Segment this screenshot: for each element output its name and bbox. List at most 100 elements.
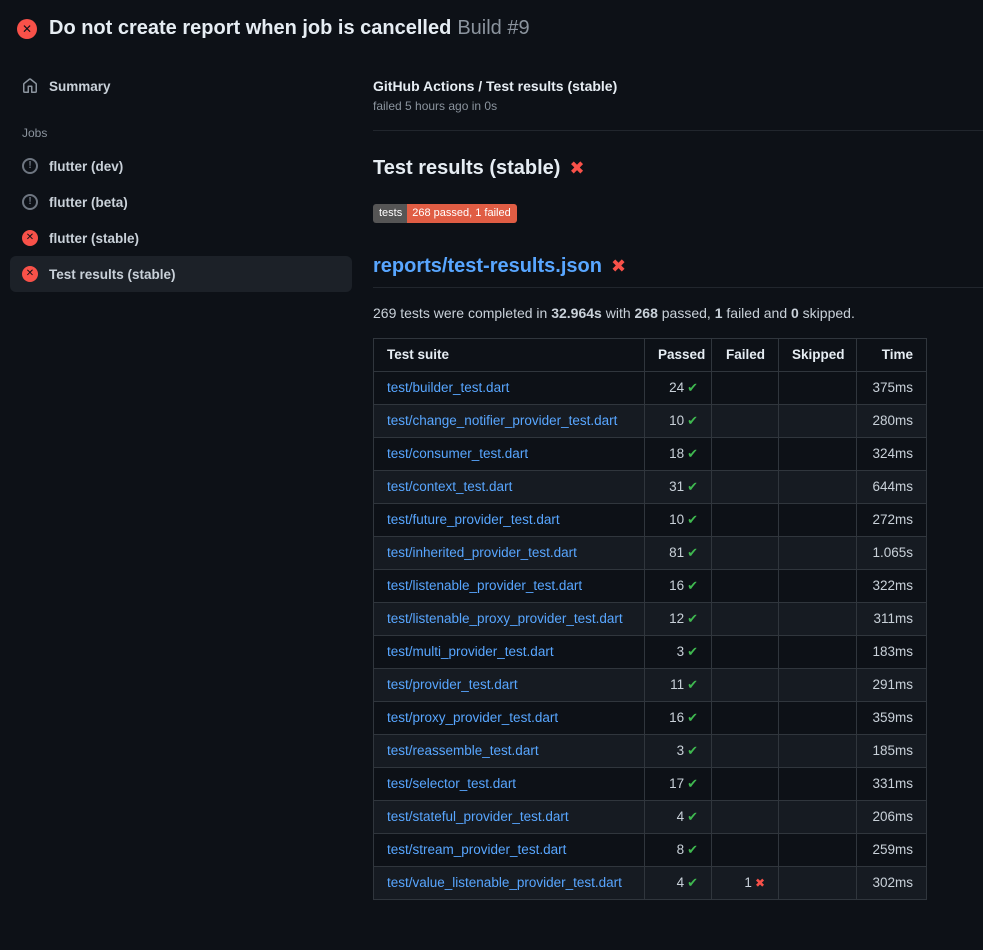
check-icon: ✔ xyxy=(687,710,698,725)
col-time: Time xyxy=(857,339,927,372)
sidebar-job-label: Test results (stable) xyxy=(49,267,176,282)
table-row: test/reassemble_test.dart 3✔ 185ms xyxy=(374,735,927,768)
suite-cell: test/multi_provider_test.dart xyxy=(374,636,645,669)
time-cell: 644ms xyxy=(857,471,927,504)
suite-link[interactable]: test/inherited_provider_test.dart xyxy=(387,545,577,560)
sidebar-item-job-flutter-stable[interactable]: ✕ flutter (stable) xyxy=(10,220,352,256)
suite-cell: test/listenable_proxy_provider_test.dart xyxy=(374,603,645,636)
table-row: test/future_provider_test.dart10✔272ms xyxy=(374,504,927,537)
suite-cell: test/selector_test.dart xyxy=(374,768,645,801)
failed-cell: 1✖ xyxy=(712,867,779,900)
passed-cell: 3✔ xyxy=(645,735,712,768)
results-table: Test suite Passed Failed Skipped Time te… xyxy=(373,338,927,900)
suite-link[interactable]: test/change_notifier_provider_test.dart xyxy=(387,413,617,428)
jobs-section-label: Jobs xyxy=(22,126,352,140)
suite-cell: test/proxy_provider_test.dart xyxy=(374,702,645,735)
check-icon: ✔ xyxy=(687,776,698,791)
check-icon: ✔ xyxy=(687,677,698,692)
table-row: test/value_listenable_provider_test.dart… xyxy=(374,867,927,900)
suite-link[interactable]: test/reassemble_test.dart xyxy=(387,743,539,758)
time-cell: 185ms xyxy=(857,735,927,768)
suite-link[interactable]: test/stateful_provider_test.dart xyxy=(387,809,569,824)
summary-prefix: 269 tests were completed in xyxy=(373,305,551,321)
time-value: 331ms xyxy=(872,776,913,791)
suite-link[interactable]: test/listenable_proxy_provider_test.dart xyxy=(387,611,623,626)
skipped-cell xyxy=(779,405,857,438)
failed-cell xyxy=(712,735,779,768)
passed-count: 8 xyxy=(677,842,685,857)
passed-cell: 12✔ xyxy=(645,603,712,636)
time-value: 272ms xyxy=(872,512,913,527)
time-cell: 311ms xyxy=(857,603,927,636)
suite-link[interactable]: test/proxy_provider_test.dart xyxy=(387,710,558,725)
failed-cell xyxy=(712,669,779,702)
summary-suffix: skipped. xyxy=(799,305,855,321)
summary-mid: with xyxy=(602,305,635,321)
skipped-cell xyxy=(779,702,857,735)
suite-link[interactable]: test/builder_test.dart xyxy=(387,380,509,395)
time-value: 259ms xyxy=(872,842,913,857)
passed-cell: 17✔ xyxy=(645,768,712,801)
failed-cell xyxy=(712,702,779,735)
suite-link[interactable]: test/listenable_provider_test.dart xyxy=(387,578,582,593)
suite-cell: test/future_provider_test.dart xyxy=(374,504,645,537)
suite-cell: test/provider_test.dart xyxy=(374,669,645,702)
time-cell: 331ms xyxy=(857,768,927,801)
failed-x-icon: ✖ xyxy=(569,158,584,179)
passed-count: 18 xyxy=(669,446,684,461)
time-value: 302ms xyxy=(872,875,913,890)
table-row: test/builder_test.dart24✔375ms xyxy=(374,372,927,405)
report-file-link[interactable]: reports/test-results.json xyxy=(373,255,602,278)
time-cell: 291ms xyxy=(857,669,927,702)
check-icon: ✔ xyxy=(687,875,698,890)
tests-badge-label: tests xyxy=(373,204,407,223)
check-icon: ✔ xyxy=(687,413,698,428)
sidebar-item-job-test-results-stable[interactable]: ✕ Test results (stable) xyxy=(10,256,352,292)
passed-count: 17 xyxy=(669,776,684,791)
table-row: test/provider_test.dart 11✔ 291ms xyxy=(374,669,927,702)
skipped-cell xyxy=(779,768,857,801)
suite-link[interactable]: test/consumer_test.dart xyxy=(387,446,528,461)
skipped-cell xyxy=(779,636,857,669)
table-row: test/proxy_provider_test.dart16✔359ms xyxy=(374,702,927,735)
table-row: test/change_notifier_provider_test.dart 1… xyxy=(374,405,927,438)
suite-link[interactable]: test/context_test.dart xyxy=(387,479,512,494)
time-value: 1.065s xyxy=(872,545,913,560)
run-header: ✕ Do not create report when job is cance… xyxy=(0,0,983,54)
failed-cell xyxy=(712,405,779,438)
check-icon: ✔ xyxy=(687,545,698,560)
sidebar-item-job-flutter-beta[interactable]: ! flutter (beta) xyxy=(10,184,352,220)
suite-link[interactable]: test/multi_provider_test.dart xyxy=(387,644,554,659)
passed-count: 10 xyxy=(669,413,684,428)
passed-count: 3 xyxy=(677,644,685,659)
sidebar-item-summary[interactable]: Summary xyxy=(10,68,352,104)
time-cell: 302ms xyxy=(857,867,927,900)
table-row: test/multi_provider_test.dart3✔183ms xyxy=(374,636,927,669)
suite-link[interactable]: test/selector_test.dart xyxy=(387,776,516,791)
run-failed-icon: ✕ xyxy=(17,19,37,39)
failed-cell xyxy=(712,570,779,603)
passed-cell: 31✔ xyxy=(645,471,712,504)
failed-cell xyxy=(712,372,779,405)
passed-cell: 4✔ xyxy=(645,801,712,834)
suite-link[interactable]: test/future_provider_test.dart xyxy=(387,512,560,527)
passed-count: 31 xyxy=(669,479,684,494)
table-header-row: Test suite Passed Failed Skipped Time xyxy=(374,339,927,372)
summary-text: 269 tests were completed in 32.964s with… xyxy=(373,305,983,321)
sidebar-item-job-flutter-dev[interactable]: ! flutter (dev) xyxy=(10,148,352,184)
suite-link[interactable]: test/stream_provider_test.dart xyxy=(387,842,566,857)
suite-link[interactable]: test/value_listenable_provider_test.dart xyxy=(387,875,622,890)
suite-link[interactable]: test/provider_test.dart xyxy=(387,677,518,692)
check-title: Test results (stable) ✖ xyxy=(373,157,983,180)
sidebar-job-label: flutter (stable) xyxy=(49,231,139,246)
passed-cell: 10✔ xyxy=(645,405,712,438)
passed-cell: 11✔ xyxy=(645,669,712,702)
skipped-cell xyxy=(779,603,857,636)
check-icon: ✔ xyxy=(687,842,698,857)
suite-cell: test/value_listenable_provider_test.dart xyxy=(374,867,645,900)
summary-mid: failed and xyxy=(723,305,792,321)
job-neutral-icon: ! xyxy=(22,194,38,210)
tests-badge-value: 268 passed, 1 failed xyxy=(407,204,516,223)
passed-count: 81 xyxy=(669,545,684,560)
col-failed: Failed xyxy=(712,339,779,372)
